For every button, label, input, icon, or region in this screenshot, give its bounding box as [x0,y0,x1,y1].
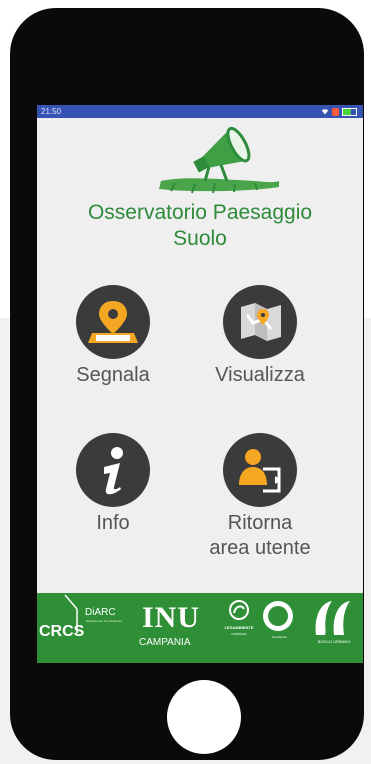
info-label: Info [96,512,130,534]
map-pin-icon [88,301,138,343]
visualizza-button[interactable]: Visualizza [200,285,320,388]
segnala-label: Segnala [76,364,150,386]
diarc-logo-subtext: Dipartimento di Architettura [86,619,123,623]
seal-logo-text: Accademia [271,635,287,639]
user-return-icon [239,449,281,493]
ritorna-label: Ritorna area utente [200,511,320,561]
status-bar: 21:50 [37,105,363,118]
app-screen: 21:50 Osservatorio Paesaggio Suolo Segna… [37,105,363,663]
status-time: 21:50 [41,107,62,116]
visualizza-label: Visualizza [215,364,305,386]
app-title: Osservatorio Paesaggio Suolo [37,200,363,252]
ritorna-area-utente-button[interactable]: Ritorna area utente [200,433,320,561]
legambiente-logo-icon [229,600,249,620]
info-circle [76,433,150,507]
ritorna-label-line1: Ritorna [227,512,293,534]
legambiente-logo-text: LEGAMBIENTE [224,625,254,630]
diarc-logo-text: DiARC [85,607,116,618]
crcs-logo-text: CRCS [39,623,85,640]
info-button[interactable]: Info [53,433,173,536]
battery-icon [342,107,357,116]
seal-logo-icon [263,601,293,631]
map-icon [241,303,281,341]
bosco-urbano-logo-icon [315,601,350,636]
visualizza-circle [223,285,297,359]
app-title-line2: Suolo [173,227,227,250]
inu-logo-text: INU [142,601,201,634]
partners-footer: CRCS DiARC Dipartimento di Architettura … [37,593,363,663]
bosco-urbano-logo-text: BOSCO URBANO [317,639,351,644]
segnala-button[interactable]: Segnala [53,285,173,388]
inu-logo-subtext: CAMPANIA [139,637,191,648]
segnala-circle [76,285,150,359]
ritorna-circle [223,433,297,507]
notification-icon [332,107,339,116]
wifi-icon [321,109,329,115]
home-button[interactable] [167,680,241,754]
megaphone-logo-icon [159,126,279,194]
app-title-line1: Osservatorio Paesaggio [87,201,313,224]
info-icon [104,447,123,495]
ritorna-label-line2: area utente [209,537,311,559]
status-icons [321,107,357,116]
